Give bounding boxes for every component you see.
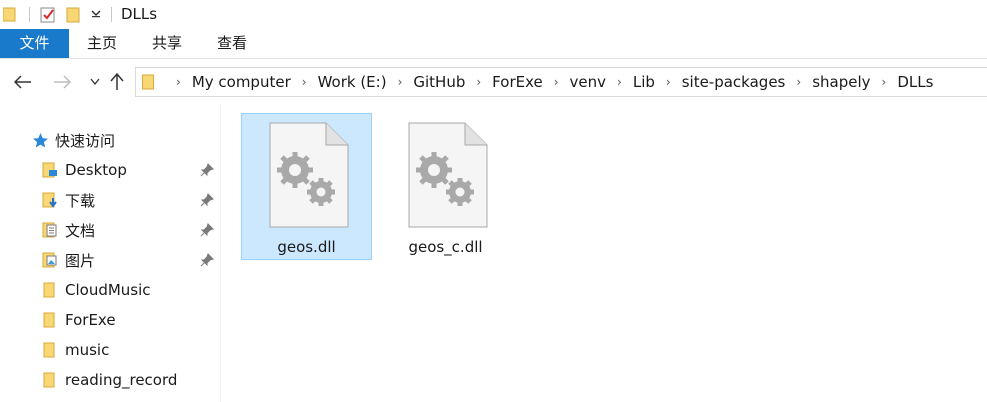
properties-icon[interactable]: [40, 6, 57, 23]
arrow-up-icon: [110, 73, 124, 90]
breadcrumb-item[interactable]: site-packages: [680, 73, 788, 91]
sidebar-item-desktop[interactable]: Desktop: [0, 155, 220, 185]
tab-file[interactable]: 文件: [0, 29, 69, 58]
breadcrumb-item[interactable]: shapely: [810, 73, 872, 91]
folder-icon: [43, 372, 55, 388]
tab-share[interactable]: 共享: [143, 29, 191, 58]
folder-icon: [43, 342, 55, 358]
desktop-folder-icon: [42, 162, 57, 178]
breadcrumb-separator-icon[interactable]: ›: [657, 75, 680, 89]
folder-icon: [3, 7, 16, 22]
breadcrumb-separator-icon: ›: [176, 75, 181, 89]
folder-icon: [43, 282, 55, 298]
sidebar-item-music[interactable]: music: [0, 335, 220, 365]
forward-button[interactable]: [51, 71, 73, 93]
sidebar-item-label: 下载: [65, 191, 96, 210]
sidebar-item-label: 快速访问: [55, 131, 116, 150]
pin-icon[interactable]: [200, 253, 214, 267]
new-folder-icon[interactable]: [66, 6, 80, 23]
sidebar-item-forexe[interactable]: ForExe: [0, 305, 220, 335]
pin-icon[interactable]: [200, 193, 214, 207]
downloads-folder-icon: [42, 192, 57, 208]
window-title: DLLs: [121, 5, 158, 23]
sidebar-item-documents[interactable]: 文档: [0, 215, 220, 245]
file-name: geos_c.dll: [408, 238, 483, 256]
ribbon-tabs: 文件 主页 共享 查看: [0, 29, 987, 59]
address-bar[interactable]: › My computer › Work (E:) › GitHub › For…: [135, 67, 987, 97]
breadcrumb-separator-icon[interactable]: ›: [389, 75, 412, 89]
arrow-left-icon: [14, 75, 31, 89]
documents-folder-icon: [42, 222, 57, 238]
sidebar-item-label: ForExe: [65, 311, 116, 329]
breadcrumb-item[interactable]: Work (E:): [316, 73, 389, 91]
breadcrumb-item[interactable]: My computer: [190, 73, 293, 91]
back-button[interactable]: [12, 71, 34, 93]
sidebar-item-label: CloudMusic: [65, 281, 151, 299]
breadcrumb-separator-icon[interactable]: ›: [787, 75, 810, 89]
toolbar-separator: [111, 7, 112, 22]
dll-file-icon: [408, 122, 488, 228]
chevron-down-icon: [90, 78, 100, 86]
sidebar-item-quick-access[interactable]: 快速访问: [0, 125, 220, 155]
tab-home[interactable]: 主页: [78, 29, 126, 58]
file-list: geos.dll geos_c.dll: [222, 104, 987, 402]
breadcrumb-item[interactable]: venv: [568, 73, 609, 91]
toolbar-separator: [29, 7, 30, 22]
up-button[interactable]: [106, 71, 128, 93]
breadcrumb-item-current[interactable]: DLLs: [895, 73, 935, 91]
breadcrumb-item[interactable]: Lib: [631, 73, 657, 91]
breadcrumb-item[interactable]: GitHub: [411, 73, 467, 91]
file-name: geos.dll: [277, 238, 336, 256]
recent-locations-button[interactable]: [84, 71, 106, 93]
sidebar-item-cloudmusic[interactable]: CloudMusic: [0, 275, 220, 305]
folder-icon: [43, 312, 55, 328]
sidebar-item-label: 文档: [65, 221, 96, 240]
file-item-geos-c-dll[interactable]: geos_c.dll: [380, 113, 511, 260]
arrow-right-icon: [54, 75, 71, 89]
breadcrumb-separator-icon[interactable]: ›: [467, 75, 490, 89]
breadcrumb-separator-icon[interactable]: ›: [545, 75, 568, 89]
pictures-folder-icon: [42, 252, 57, 268]
sidebar-item-downloads[interactable]: 下载: [0, 185, 220, 215]
sidebar-item-reading-record[interactable]: reading_record: [0, 365, 220, 395]
tab-view[interactable]: 查看: [208, 29, 256, 58]
navigation-pane: 快速访问 Desktop 下载 文档 图片 CloudMusic ForExe …: [0, 104, 221, 402]
sidebar-item-label: Desktop: [65, 161, 127, 179]
sidebar-item-label: music: [65, 341, 110, 359]
pin-icon[interactable]: [200, 163, 214, 177]
sidebar-item-pictures[interactable]: 图片: [0, 245, 220, 275]
customize-toolbar-chevron-down-icon[interactable]: [91, 10, 101, 18]
sidebar-item-label: reading_record: [65, 371, 178, 389]
breadcrumb-separator-icon[interactable]: ›: [293, 75, 316, 89]
breadcrumb-separator-icon[interactable]: ›: [608, 75, 631, 89]
star-icon: [33, 133, 48, 148]
title-bar: DLLs: [0, 0, 987, 29]
file-item-geos-dll[interactable]: geos.dll: [241, 113, 372, 260]
pin-icon[interactable]: [200, 223, 214, 237]
breadcrumb-item[interactable]: ForExe: [490, 73, 545, 91]
sidebar-item-label: 图片: [65, 251, 96, 270]
folder-icon: [142, 74, 154, 90]
navigation-bar: › My computer › Work (E:) › GitHub › For…: [0, 59, 987, 104]
breadcrumb-separator-icon[interactable]: ›: [873, 75, 896, 89]
dll-file-icon: [269, 122, 349, 228]
